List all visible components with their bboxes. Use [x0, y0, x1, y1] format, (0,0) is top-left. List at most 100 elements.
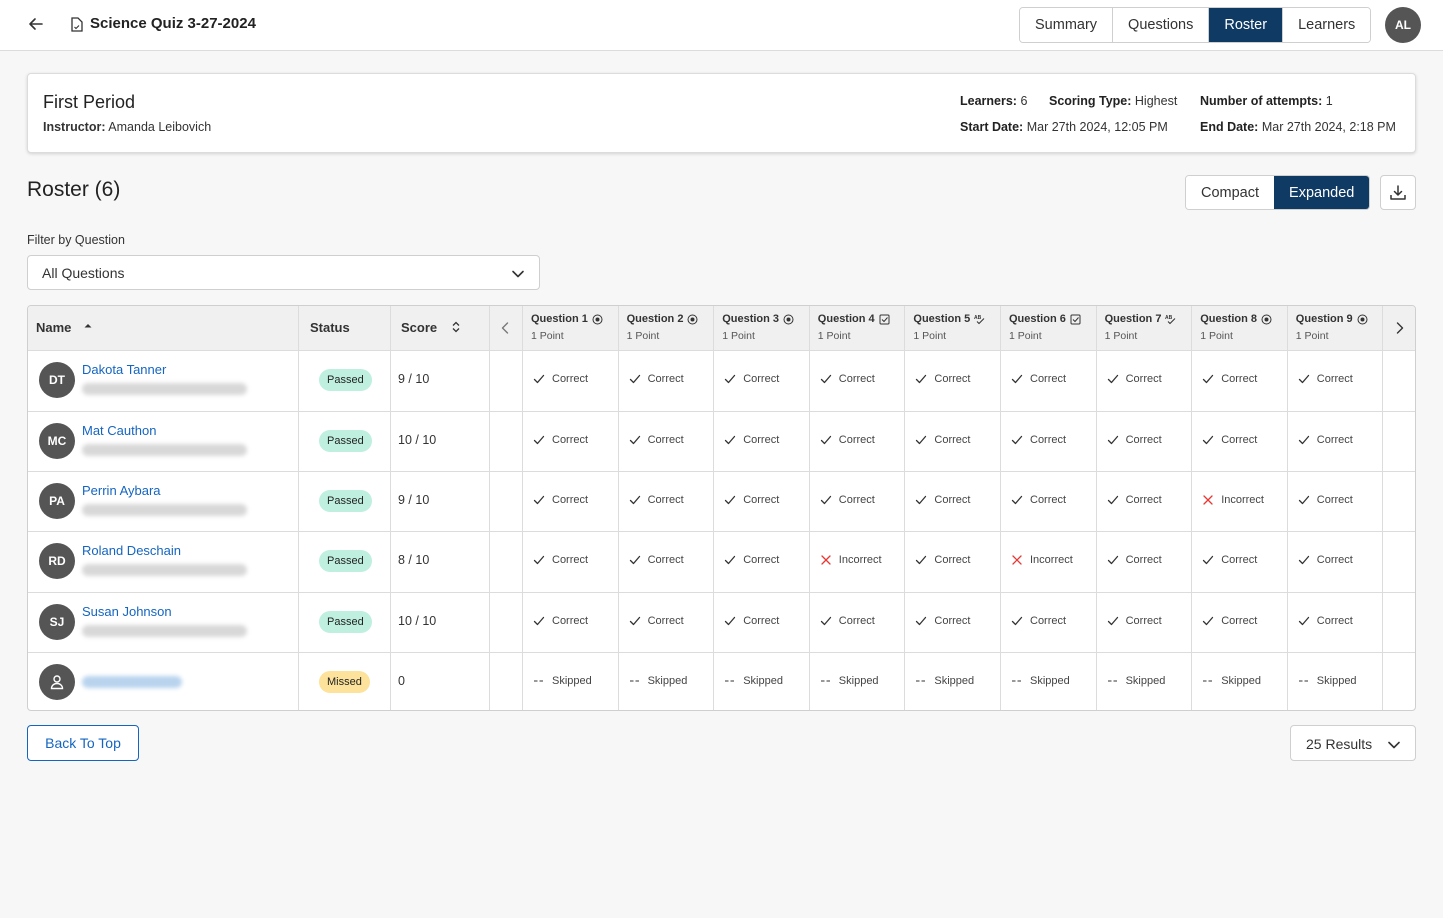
answer-cell[interactable]: Correct	[1298, 494, 1353, 506]
answer-cell[interactable]: Correct	[533, 554, 588, 566]
answer-cell[interactable]: Skipped	[1298, 675, 1357, 687]
expanded-view-button[interactable]: Expanded	[1274, 176, 1370, 209]
learner-name-link[interactable]: Dakota Tanner	[82, 362, 166, 377]
question-header[interactable]: Question 9 1 Point	[1287, 306, 1384, 350]
answer-label: Skipped	[1030, 675, 1070, 688]
answer-cell[interactable]: Correct	[820, 373, 875, 385]
answer-cell[interactable]: Skipped	[915, 675, 974, 687]
answer-label: Incorrect	[1030, 554, 1073, 567]
answer-cell[interactable]: Correct	[724, 373, 779, 385]
learner-avatar: MC	[39, 423, 75, 460]
tab-roster[interactable]: Roster	[1209, 8, 1284, 42]
question-header[interactable]: Question 7 AB 1 Point	[1096, 306, 1193, 350]
tab-summary[interactable]: Summary	[1020, 8, 1114, 42]
answer-cell[interactable]: Incorrect	[1011, 554, 1073, 566]
back-arrow-icon[interactable]	[26, 14, 46, 34]
answer-cell[interactable]: Correct	[724, 554, 779, 566]
answer-cell[interactable]: Correct	[629, 373, 684, 385]
answer-cell[interactable]: Correct	[915, 615, 970, 627]
answer-cell[interactable]: Correct	[1107, 494, 1162, 506]
answer-cell[interactable]: Correct	[724, 494, 779, 506]
question-points: 1 Point	[913, 330, 947, 342]
answer-cell[interactable]: Skipped	[629, 675, 687, 687]
answer-cell[interactable]: Skipped	[820, 675, 879, 687]
learner-name-redacted[interactable]	[82, 676, 182, 689]
answer-cell[interactable]: Correct	[629, 554, 684, 566]
answer-cell[interactable]: Correct	[533, 434, 588, 446]
learner-name-link[interactable]: Mat Cauthon	[82, 423, 156, 438]
question-header[interactable]: Question 3 1 Point	[714, 306, 810, 350]
question-header[interactable]: Question 2 1 Point	[618, 306, 715, 350]
answer-label: Correct	[838, 494, 875, 507]
answer-cell[interactable]: Correct	[1202, 615, 1257, 627]
answer-cell[interactable]: Correct	[1107, 373, 1162, 385]
answer-cell[interactable]: Correct	[724, 434, 779, 446]
answer-cell[interactable]: Correct	[1298, 373, 1353, 385]
answer-cell[interactable]: Correct	[629, 434, 684, 446]
sort-icon[interactable]	[451, 321, 461, 333]
answer-cell[interactable]: Skipped	[1011, 675, 1070, 687]
tab-learners[interactable]: Learners	[1283, 8, 1371, 42]
answer-cell[interactable]: Correct	[533, 494, 588, 506]
question-header[interactable]: Question 8 1 Point	[1192, 306, 1288, 350]
score-value: 0	[398, 674, 405, 689]
answer-cell[interactable]: Correct	[1011, 373, 1066, 385]
answer-cell[interactable]: Correct	[1202, 554, 1257, 566]
learner-name-link[interactable]: Perrin Aybara	[82, 483, 161, 498]
answer-cell[interactable]: Correct	[1298, 615, 1353, 627]
question-title: Question 9	[1296, 313, 1368, 325]
user-avatar[interactable]: AL	[1385, 7, 1421, 43]
answer-cell[interactable]: Correct	[915, 434, 970, 446]
tab-questions[interactable]: Questions	[1113, 8, 1210, 42]
view-toggle: Compact Expanded	[1185, 175, 1371, 210]
answer-cell[interactable]: Correct	[533, 373, 588, 385]
answer-cell[interactable]: Correct	[820, 434, 875, 446]
answer-cell[interactable]: Correct	[1011, 434, 1066, 446]
answer-cell[interactable]: Correct	[629, 494, 684, 506]
answer-cell[interactable]: Incorrect	[820, 554, 882, 566]
answer-cell[interactable]: Correct	[724, 615, 779, 627]
answer-cell[interactable]: Correct	[915, 373, 970, 385]
compact-view-button[interactable]: Compact	[1186, 176, 1275, 209]
answer-cell[interactable]: Correct	[1011, 494, 1066, 506]
question-filter-select[interactable]: All Questions	[27, 255, 540, 290]
answer-cell[interactable]: Correct	[915, 554, 970, 566]
answer-cell[interactable]: Correct	[1202, 373, 1257, 385]
results-per-page-select[interactable]: 25 Results	[1290, 725, 1416, 761]
scroll-right-icon[interactable]	[1390, 318, 1410, 338]
checkmark-icon	[1011, 374, 1023, 384]
scroll-left-icon[interactable]	[495, 318, 515, 338]
sort-ascending-icon[interactable]	[83, 321, 93, 331]
back-to-top-button[interactable]: Back To Top	[27, 725, 139, 761]
answer-cell[interactable]: Correct	[820, 615, 875, 627]
answer-cell[interactable]: Correct	[1202, 434, 1257, 446]
learner-name-link[interactable]: Susan Johnson	[82, 604, 172, 619]
answer-cell[interactable]: Skipped	[533, 675, 592, 687]
question-header[interactable]: Question 4 1 Point	[809, 306, 906, 350]
answer-cell[interactable]: Correct	[1107, 615, 1162, 627]
learner-name-link[interactable]: Roland Deschain	[82, 543, 181, 558]
answer-cell[interactable]: Correct	[1298, 434, 1353, 446]
answer-cell[interactable]: Correct	[533, 615, 588, 627]
question-header[interactable]: Question 5 AB 1 Point	[905, 306, 1001, 350]
download-button[interactable]	[1380, 175, 1416, 210]
answer-cell[interactable]: Incorrect	[1202, 494, 1264, 506]
column-divider	[1095, 306, 1097, 710]
answer-cell[interactable]: Correct	[1011, 615, 1066, 627]
question-header[interactable]: Question 1 1 Point	[523, 306, 619, 350]
name-header[interactable]: Name	[36, 320, 93, 335]
spellcheck-icon: AB	[974, 315, 985, 324]
score-header[interactable]: Score	[401, 320, 461, 335]
answer-cell[interactable]: Correct	[915, 494, 970, 506]
answer-cell[interactable]: Correct	[820, 494, 875, 506]
question-header[interactable]: Question 6 1 Point	[1001, 306, 1097, 350]
answer-cell[interactable]: Correct	[629, 615, 684, 627]
column-divider	[904, 306, 906, 710]
answer-cell[interactable]: Correct	[1107, 434, 1162, 446]
answer-cell[interactable]: Skipped	[1107, 675, 1165, 687]
answer-cell[interactable]: Correct	[1107, 554, 1162, 566]
answer-label: Skipped	[743, 675, 783, 688]
answer-cell[interactable]: Skipped	[1202, 675, 1261, 687]
answer-cell[interactable]: Skipped	[724, 675, 783, 687]
answer-cell[interactable]: Correct	[1298, 554, 1353, 566]
